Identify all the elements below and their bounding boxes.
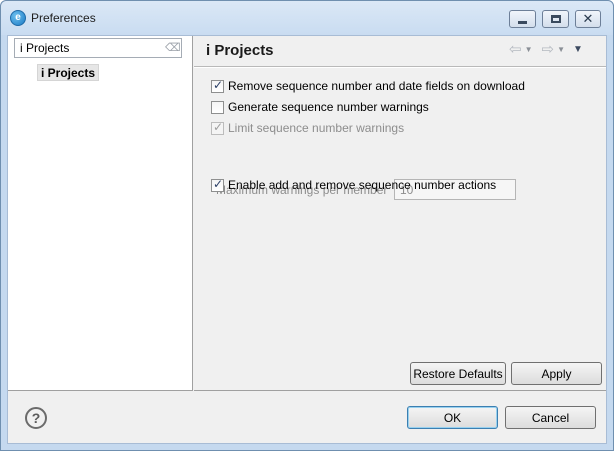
minimize-icon [518,20,527,24]
preference-tree-pane: ⌫ i Projects [8,36,193,391]
option-label: Enable add and remove sequence number ac… [228,178,497,192]
option-label: Remove sequence number and date fields o… [228,79,525,93]
dialog-client: ⌫ i Projects i Projects ⇦ ▼ ⇨ ▼ ▼ Remove… [7,35,607,444]
restore-defaults-button[interactable]: Restore Defaults [410,362,506,385]
checkbox-generate-warnings[interactable] [211,100,224,114]
filter-input[interactable] [14,38,182,58]
page-navigation: ⇦ ▼ ⇨ ▼ ▼ [509,42,583,58]
option-generate-warnings[interactable]: Generate sequence number warnings [211,99,429,115]
preference-page: i Projects ⇦ ▼ ⇨ ▼ ▼ Remove sequence num… [194,36,606,391]
back-dropdown-icon[interactable]: ▼ [525,42,533,58]
app-icon: e [10,10,26,26]
close-button[interactable]: ✕ [575,10,601,28]
ok-button[interactable]: OK [407,406,498,429]
option-remove-sequence[interactable]: Remove sequence number and date fields o… [211,78,525,94]
checkbox-enable-actions[interactable] [211,177,224,192]
close-icon: ✕ [582,11,594,26]
back-arrow-icon[interactable]: ⇦ [509,42,522,58]
title-bar[interactable]: e Preferences ✕ [1,1,613,35]
title-separator [194,66,606,68]
maximize-icon [550,15,561,23]
option-limit-warnings: Limit sequence number warnings [211,120,404,136]
maximize-button[interactable] [542,10,569,28]
forward-dropdown-icon[interactable]: ▼ [557,42,565,58]
apply-button[interactable]: Apply [511,362,602,385]
forward-arrow-icon[interactable]: ⇨ [542,42,555,58]
page-title: i Projects [206,42,274,59]
minimize-button[interactable] [509,10,536,28]
checkbox-limit-warnings [211,120,224,135]
checkbox-remove-sequence[interactable] [211,78,224,93]
cancel-button[interactable]: Cancel [505,406,596,429]
option-label: Limit sequence number warnings [228,121,405,135]
option-label: Generate sequence number warnings [228,100,429,114]
view-menu-icon[interactable]: ▼ [573,42,583,58]
option-enable-actions[interactable]: Enable add and remove sequence number ac… [211,177,496,193]
preferences-window: e Preferences ✕ ⌫ i Projects i Projects … [0,0,614,451]
tree-item-i-projects[interactable]: i Projects [37,64,100,81]
window-title: Preferences [31,11,96,25]
help-icon[interactable]: ? [25,407,47,429]
clear-filter-icon[interactable]: ⌫ [165,42,181,54]
